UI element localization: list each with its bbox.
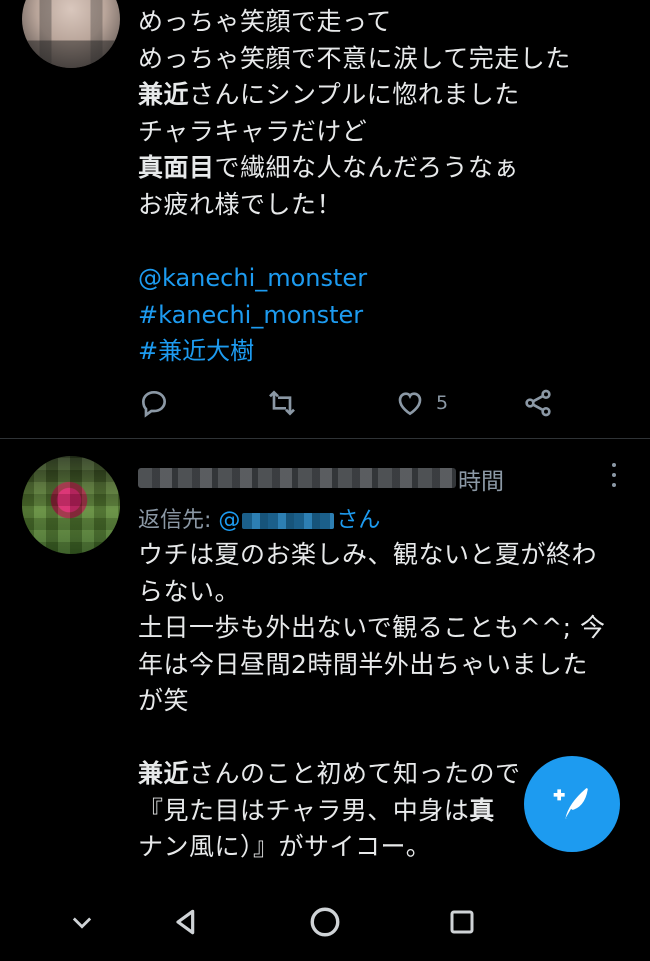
recents-button[interactable] bbox=[442, 902, 482, 942]
tweet-divider bbox=[0, 438, 650, 439]
chevron-down-icon bbox=[72, 917, 92, 929]
tweet-line: ウチは夏のお楽しみ、観ないと夏が終わ bbox=[138, 540, 598, 569]
tweet-actions: 5 bbox=[138, 385, 568, 421]
tweet-line: お疲れ様でした！ bbox=[138, 189, 343, 219]
tweet-line: が笑 bbox=[138, 686, 190, 715]
redacted-handle bbox=[242, 513, 335, 529]
reply-button[interactable] bbox=[138, 385, 170, 421]
tweet-body: めっちゃ笑顔で走って めっちゃ笑顔で不意に涙して完走した 兼近さんにシンプルに惚… bbox=[138, 4, 638, 223]
reply-icon bbox=[141, 390, 167, 418]
like-count: 5 bbox=[436, 392, 449, 414]
mention-link[interactable]: @kanechi_monster bbox=[138, 260, 367, 297]
tweet-line: チャラキャラだけど bbox=[138, 116, 368, 146]
back-button[interactable] bbox=[166, 902, 206, 942]
twitter-thread-screen: めっちゃ笑顔で走って めっちゃ笑顔で不意に涙して完走した 兼近さんにシンプルに惚… bbox=[0, 0, 650, 961]
bold-text: 兼近 bbox=[138, 80, 190, 109]
user-avatar[interactable] bbox=[22, 456, 120, 554]
bold-text: 真 bbox=[469, 795, 495, 825]
share-button[interactable] bbox=[522, 385, 554, 421]
tweet-links: @kanechi_monster #kanechi_monster #兼近大樹 bbox=[138, 260, 367, 370]
share-icon bbox=[525, 389, 551, 417]
hashtag-link[interactable]: #兼近大樹 bbox=[138, 333, 367, 370]
redacted-username[interactable] bbox=[138, 468, 456, 488]
tweet-text: さんのこと初めて知ったので bbox=[189, 759, 521, 788]
tweet-text: 『見た目はチャラ男、中身は bbox=[138, 795, 470, 825]
tweet-text: さんにシンプルに惚れました bbox=[189, 80, 520, 109]
reply-to-label: 返信先: bbox=[138, 508, 219, 533]
retweet-button[interactable] bbox=[266, 385, 298, 421]
hashtag-link[interactable]: #kanechi_monster bbox=[138, 297, 367, 334]
like-button[interactable]: 5 bbox=[394, 385, 448, 421]
heart-icon bbox=[398, 392, 422, 416]
tweet-line: らない。 bbox=[138, 576, 241, 606]
tweet-header: 時間 bbox=[138, 462, 598, 495]
tweet-line: 真面目で繊細な人なんだろうなぁ bbox=[138, 150, 638, 187]
bold-text: 兼近 bbox=[138, 759, 190, 788]
tweet-line: めっちゃ笑顔で不意に涙して完走した bbox=[138, 43, 571, 73]
user-avatar[interactable] bbox=[22, 0, 120, 68]
reply-to-line: 返信先: @ さん bbox=[138, 502, 380, 534]
tweet-line: 年は今日昼間2時間半外出ちゃいました bbox=[138, 649, 588, 679]
home-button[interactable] bbox=[305, 902, 345, 942]
tweet-timestamp: 時間 bbox=[458, 469, 504, 495]
retweet-icon bbox=[269, 390, 295, 416]
compose-tweet-button[interactable] bbox=[524, 756, 620, 852]
tweet-line: 土日一歩も外出ないで観ることも^^; 今 bbox=[138, 613, 606, 642]
bold-text: 真面目 bbox=[138, 153, 215, 182]
tweet-text: で繊細な人なんだろうなぁ bbox=[214, 153, 520, 182]
tweet-line: 兼近さんにシンプルに惚れました bbox=[138, 77, 638, 114]
recents-square-icon bbox=[450, 910, 474, 934]
reply-handle[interactable]: @ さん bbox=[218, 508, 380, 533]
hide-nav-button[interactable] bbox=[62, 902, 102, 942]
more-vertical-icon[interactable] bbox=[604, 460, 624, 490]
home-circle-icon bbox=[310, 907, 340, 937]
system-nav-bar bbox=[0, 880, 650, 961]
compose-feather-icon bbox=[553, 788, 588, 820]
tweet-line: めっちゃ笑顔で走って bbox=[138, 7, 392, 36]
reply-handle-at: @ bbox=[218, 508, 241, 533]
reply-handle-suffix: さん bbox=[336, 508, 381, 533]
back-triangle-icon bbox=[176, 909, 195, 935]
